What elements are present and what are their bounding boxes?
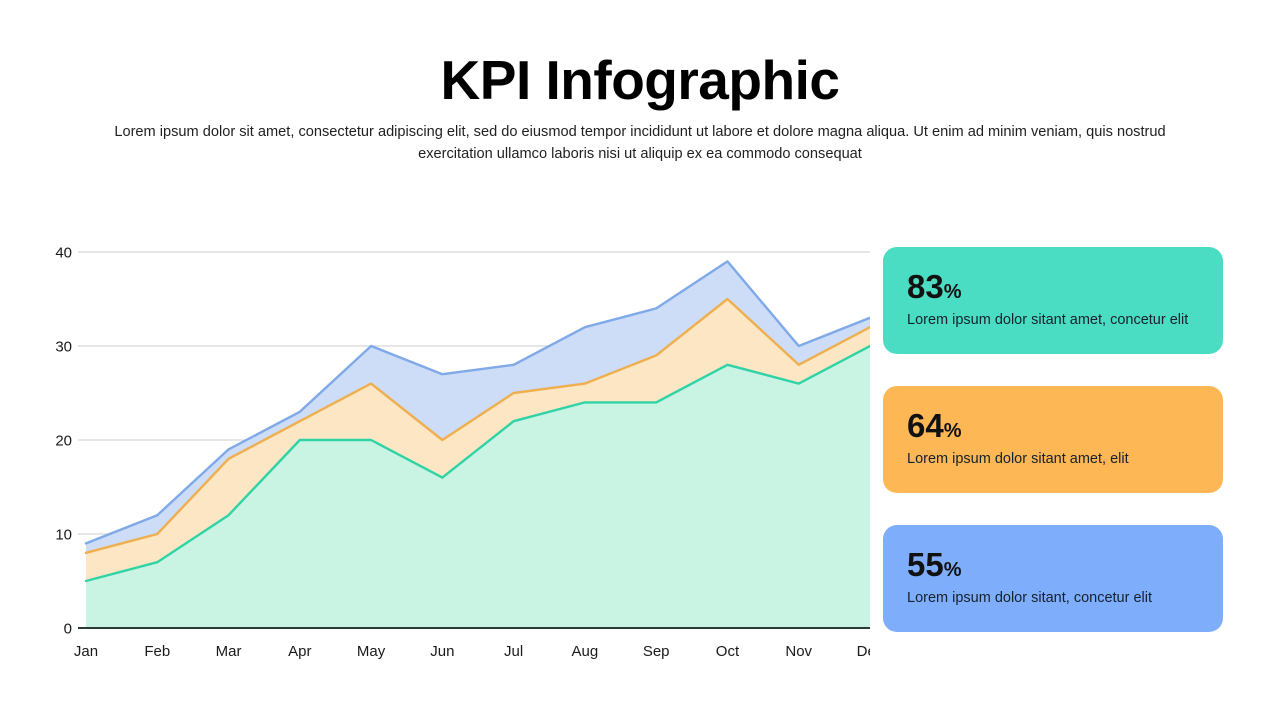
kpi-description-2: Lorem ipsum dolor sitant amet, elit	[907, 451, 1129, 467]
kpi-number-1: 83	[907, 268, 944, 305]
svg-text:0: 0	[64, 621, 72, 638]
kpi-unit-3: %	[943, 559, 962, 581]
svg-text:Sep: Sep	[643, 643, 670, 660]
svg-text:Dec: Dec	[857, 643, 870, 660]
svg-text:Aug: Aug	[572, 643, 599, 660]
svg-text:30: 30	[55, 339, 72, 356]
kpi-card-3[interactable]: 55% Lorem ipsum dolor sitant, concetur e…	[883, 525, 1223, 632]
svg-text:Mar: Mar	[216, 643, 242, 660]
svg-text:Feb: Feb	[144, 643, 170, 660]
svg-text:Oct: Oct	[716, 643, 740, 660]
kpi-number-3: 55	[907, 546, 944, 583]
kpi-number-2: 64	[907, 407, 944, 444]
area-chart: 0 10 20 30 40 Jan Feb Mar Apr May Jun Jul Aug Sep Oct…	[40, 232, 870, 672]
svg-text:Jul: Jul	[504, 643, 523, 660]
kpi-card-1[interactable]: 83% Lorem ipsum dolor sitant amet, conce…	[883, 247, 1223, 354]
chart-x-axis-labels: Jan Feb Mar Apr May Jun Jul Aug Sep Oct Nov Dec	[74, 643, 870, 660]
area-chart-svg: 0 10 20 30 40 Jan Feb Mar Apr May Jun Jul Aug Sep Oct…	[55, 245, 870, 660]
svg-text:40: 40	[55, 245, 72, 262]
kpi-unit-1: %	[943, 281, 962, 303]
svg-text:20: 20	[55, 433, 72, 450]
svg-text:Jun: Jun	[430, 643, 454, 660]
kpi-value-1: 83%	[907, 270, 1223, 303]
kpi-description-1: Lorem ipsum dolor sitant amet, concetur …	[907, 312, 1189, 328]
page-subtitle: Lorem ipsum dolor sit amet, consectetur …	[114, 123, 1166, 162]
slide-root: KPI Infographic Lorem ipsum dolor sit am…	[0, 0, 1280, 720]
svg-text:May: May	[357, 643, 386, 660]
svg-text:10: 10	[55, 527, 72, 544]
svg-text:Apr: Apr	[288, 643, 311, 660]
kpi-value-3: 55%	[907, 548, 1223, 581]
svg-text:Jan: Jan	[74, 643, 98, 660]
kpi-value-2: 64%	[907, 409, 1223, 442]
page-title: KPI Infographic	[440, 49, 840, 111]
kpi-description-3: Lorem ipsum dolor sitant, concetur elit	[907, 590, 1152, 606]
kpi-unit-2: %	[943, 420, 962, 442]
kpi-card-2[interactable]: 64% Lorem ipsum dolor sitant amet, elit	[883, 386, 1223, 493]
header: KPI Infographic Lorem ipsum dolor sit am…	[0, 49, 1280, 166]
chart-y-axis-labels: 0 10 20 30 40	[55, 245, 72, 638]
chart-series-areas	[84, 260, 870, 628]
svg-text:Nov: Nov	[785, 643, 812, 660]
kpi-card-list: 83% Lorem ipsum dolor sitant amet, conce…	[883, 247, 1223, 632]
